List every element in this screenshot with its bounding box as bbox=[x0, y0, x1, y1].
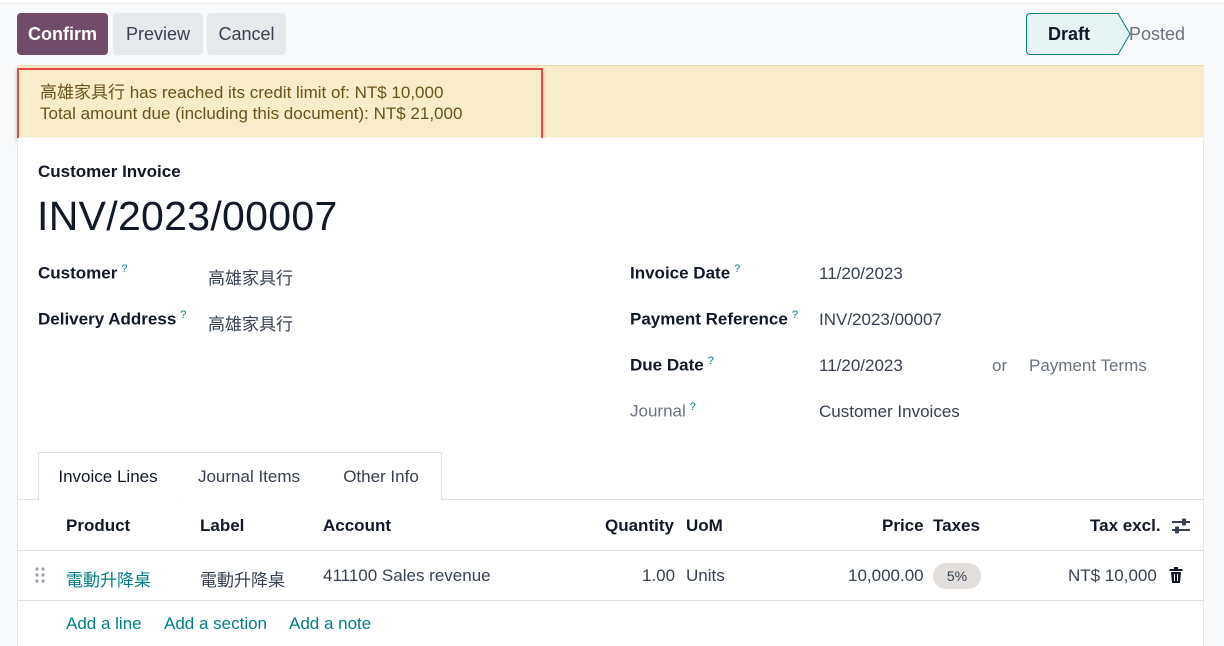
column-header-price[interactable]: Price bbox=[882, 516, 924, 536]
tab-journal-items[interactable]: Journal Items bbox=[177, 452, 322, 500]
customer-help-icon[interactable]: ? bbox=[121, 263, 127, 275]
invoice-date-label-text: Invoice Date bbox=[630, 263, 731, 283]
sliders-icon[interactable] bbox=[1170, 516, 1192, 536]
trash-icon[interactable] bbox=[1167, 566, 1185, 584]
column-header-account[interactable]: Account bbox=[323, 516, 391, 536]
invoice-date-field[interactable]: 11/20/2023 bbox=[819, 264, 903, 284]
cell-quantity[interactable]: 1.00 bbox=[642, 566, 675, 586]
cell-label[interactable]: 電動升降桌 bbox=[200, 566, 285, 591]
alert-total-due-text: Total amount due (including this documen… bbox=[40, 104, 463, 123]
cell-account[interactable]: 411100 Sales revenue bbox=[323, 566, 491, 586]
cell-product[interactable]: 電動升降桌 bbox=[66, 566, 151, 591]
cell-price[interactable]: 10,000.00 bbox=[848, 566, 924, 586]
delivery-address-label: Delivery Address? bbox=[38, 309, 186, 330]
tab-other-info[interactable]: Other Info bbox=[321, 452, 442, 500]
alert-credit-limit-text: 高雄家具行 has reached its credit limit of: N… bbox=[40, 83, 444, 102]
due-date-help-icon[interactable]: ? bbox=[708, 355, 714, 367]
preview-button[interactable]: Preview bbox=[113, 13, 203, 55]
add-note-link[interactable]: Add a note bbox=[289, 614, 371, 634]
cancel-button[interactable]: Cancel bbox=[207, 13, 286, 55]
status-bar: Draft Posted bbox=[1026, 13, 1204, 55]
add-section-link[interactable]: Add a section bbox=[164, 614, 267, 634]
table-header-divider bbox=[17, 550, 1204, 551]
delivery-address-label-text: Delivery Address bbox=[38, 309, 177, 329]
tax-badge[interactable]: 5% bbox=[933, 563, 981, 589]
delivery-address-help-icon[interactable]: ? bbox=[180, 309, 186, 321]
top-border bbox=[0, 0, 1224, 4]
tab-invoice-lines[interactable]: Invoice Lines bbox=[38, 452, 178, 501]
journal-label-text: Journal bbox=[630, 401, 686, 421]
column-header-uom[interactable]: UoM bbox=[686, 516, 723, 536]
customer-label: Customer? bbox=[38, 263, 127, 284]
due-date-label-text: Due Date bbox=[630, 355, 704, 375]
cell-tax-excl: NT$ 10,000 bbox=[1068, 566, 1157, 585]
document-type-label: Customer Invoice bbox=[38, 162, 181, 181]
due-date-field[interactable]: 11/20/2023 bbox=[819, 356, 903, 376]
add-line-link[interactable]: Add a line bbox=[66, 614, 142, 634]
payment-reference-field[interactable]: INV/2023/00007 bbox=[819, 310, 942, 330]
payment-reference-label-text: Payment Reference bbox=[630, 309, 788, 329]
cell-uom[interactable]: Units bbox=[686, 566, 725, 586]
delivery-address-field[interactable]: 高雄家具行 bbox=[208, 310, 293, 335]
column-header-product[interactable]: Product bbox=[66, 516, 130, 536]
column-header-taxes[interactable]: Taxes bbox=[933, 516, 980, 536]
journal-help-icon[interactable]: ? bbox=[690, 401, 696, 413]
journal-field[interactable]: Customer Invoices bbox=[819, 402, 960, 422]
payment-reference-label: Payment Reference? bbox=[630, 309, 798, 330]
column-header-quantity[interactable]: Quantity bbox=[605, 516, 674, 536]
invoice-number-title: INV/2023/00007 bbox=[37, 193, 338, 239]
status-arrow-icon bbox=[1101, 13, 1131, 55]
table-row-divider bbox=[17, 600, 1204, 601]
customer-field[interactable]: 高雄家具行 bbox=[208, 264, 293, 289]
confirm-button[interactable]: Confirm bbox=[17, 13, 108, 55]
payment-reference-help-icon[interactable]: ? bbox=[792, 309, 798, 321]
or-separator: or bbox=[992, 356, 1008, 375]
journal-label: Journal? bbox=[630, 401, 696, 422]
column-header-label[interactable]: Label bbox=[200, 516, 244, 536]
payment-terms-field[interactable]: Payment Terms bbox=[1029, 356, 1147, 376]
status-posted[interactable]: Posted bbox=[1129, 13, 1185, 55]
customer-label-text: Customer bbox=[38, 263, 118, 283]
invoice-date-help-icon[interactable]: ? bbox=[734, 263, 740, 275]
drag-handle-icon[interactable] bbox=[33, 566, 47, 584]
due-date-label: Due Date? bbox=[630, 355, 714, 376]
invoice-date-label: Invoice Date? bbox=[630, 263, 740, 284]
column-header-tax-excl[interactable]: Tax excl. bbox=[1090, 516, 1161, 536]
